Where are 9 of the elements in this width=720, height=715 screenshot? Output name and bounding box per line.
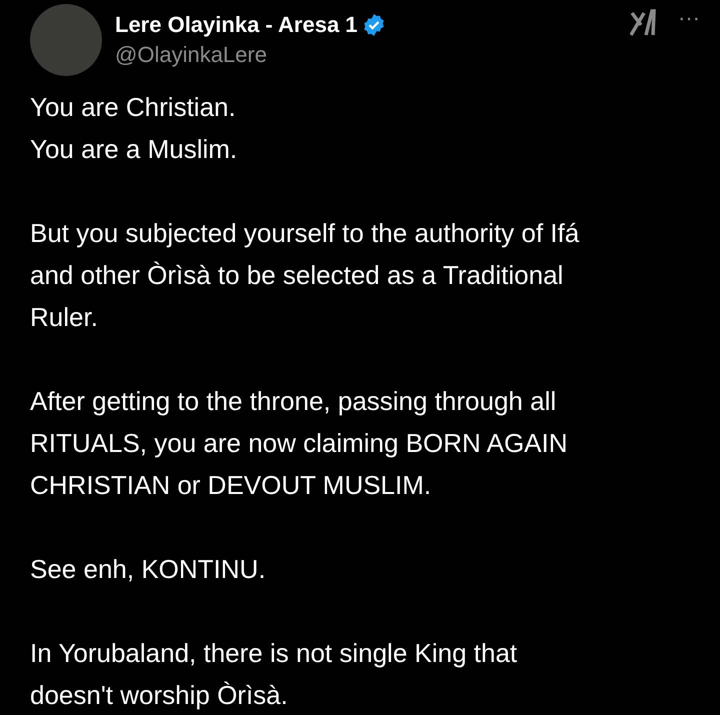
- app-logo-icon: [630, 9, 656, 37]
- tweet-paragraph: You are Christian. You are a Muslim.: [30, 91, 238, 166]
- author-handle[interactable]: @OlayinkaLere: [115, 40, 386, 70]
- tweet-paragraph: See enh, KONTINU.: [30, 553, 267, 586]
- more-options-icon[interactable]: ···: [678, 8, 700, 38]
- author-name[interactable]: Lere Olayinka - Aresa 1: [115, 10, 358, 40]
- tweet-paragraph: But you subjected yourself to the authority of Ifá and other Òrìsà to be selected as a Traditional Ruler.: [30, 217, 580, 334]
- tweet-paragraph: After getting to the throne, passing through all RITUALS, you are now claiming BORN AGAIN CHRISTIAN or DEVOUT MUSLIM.: [30, 385, 569, 502]
- tweet-paragraph: In Yorubaland, there is not single King that doesn't worship Òrìsà.: [30, 637, 518, 712]
